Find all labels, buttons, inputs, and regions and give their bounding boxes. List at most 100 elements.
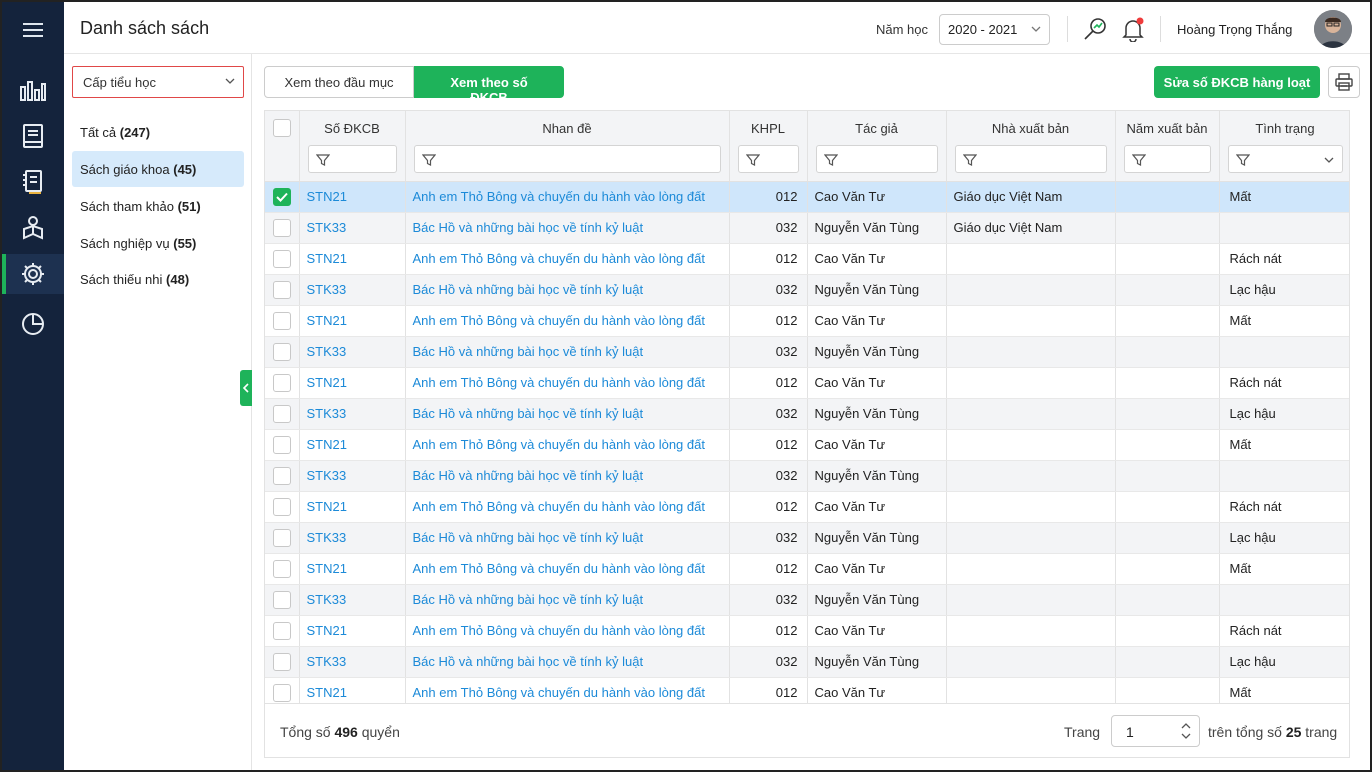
cell-code[interactable]: STK33 <box>299 584 406 616</box>
cell-title[interactable]: Bác Hồ và những bài học về tính kỷ luật <box>405 646 730 678</box>
table-row[interactable]: STK33 Bác Hồ và những bài học về tính kỷ … <box>265 398 1349 430</box>
table-row[interactable]: STN21 Anh em Thỏ Bông và chuyến du hành v… <box>265 491 1349 523</box>
cell-code[interactable]: STK33 <box>299 646 406 678</box>
row-checkbox[interactable] <box>272 311 291 330</box>
cell-title[interactable]: Bác Hồ và những bài học về tính kỷ luật <box>405 212 730 244</box>
cell-code[interactable]: STN21 <box>299 491 406 523</box>
cell-title[interactable]: Bác Hồ và những bài học về tính kỷ luật <box>405 460 730 492</box>
table-row[interactable]: STN21 Anh em Thỏ Bông và chuyến du hành v… <box>265 305 1349 337</box>
cell-code[interactable]: STK33 <box>299 274 406 306</box>
row-checkbox[interactable] <box>272 280 291 299</box>
table-row[interactable]: STK33 Bác Hồ và những bài học về tính kỷ … <box>265 646 1349 678</box>
cell-title[interactable]: Bác Hồ và những bài học về tính kỷ luật <box>405 522 730 554</box>
table-row[interactable]: STK33 Bác Hồ và những bài học về tính kỷ … <box>265 584 1349 616</box>
table-row[interactable]: STK33 Bác Hồ và những bài học về tính kỷ … <box>265 274 1349 306</box>
category-item[interactable]: Sách tham khảo (51) <box>72 188 244 224</box>
column-filter-input[interactable] <box>1123 145 1211 173</box>
cell-code[interactable]: STK33 <box>299 398 406 430</box>
user-name[interactable]: Hoàng Trọng Thắng <box>1177 22 1292 37</box>
table-row[interactable]: STN21 Anh em Thỏ Bông và chuyến du hành v… <box>265 677 1349 703</box>
column-filter-input[interactable] <box>307 145 397 173</box>
cell-code[interactable]: STK33 <box>299 522 406 554</box>
cell-title[interactable]: Anh em Thỏ Bông và chuyến du hành vào lò… <box>405 305 730 337</box>
row-checkbox[interactable] <box>272 187 291 206</box>
cell-title[interactable]: Bác Hồ và những bài học về tính kỷ luật <box>405 274 730 306</box>
row-checkbox[interactable] <box>272 559 291 578</box>
row-checkbox[interactable] <box>272 404 291 423</box>
menu-icon[interactable] <box>2 10 64 50</box>
avatar[interactable] <box>1314 10 1352 48</box>
cell-title[interactable]: Bác Hồ và những bài học về tính kỷ luật <box>405 398 730 430</box>
table-row[interactable]: STN21 Anh em Thỏ Bông và chuyến du hành v… <box>265 181 1349 213</box>
tab-view-by-category[interactable]: Xem theo đầu mục <box>264 66 414 98</box>
column-filter-input[interactable] <box>954 145 1107 173</box>
row-checkbox[interactable] <box>272 435 291 454</box>
tab-view-by-dkcb[interactable]: Xem theo số ĐKCB <box>414 66 564 105</box>
print-button[interactable] <box>1328 66 1360 98</box>
column-filter-input[interactable] <box>815 145 938 173</box>
page-number-input[interactable]: 1 <box>1111 715 1200 747</box>
row-checkbox[interactable] <box>272 218 291 237</box>
checklist-book-icon[interactable] <box>2 162 64 202</box>
row-checkbox[interactable] <box>272 590 291 609</box>
cell-code[interactable]: STN21 <box>299 429 406 461</box>
cell-title[interactable]: Anh em Thỏ Bông và chuyến du hành vào lò… <box>405 367 730 399</box>
row-checkbox[interactable] <box>272 497 291 516</box>
settings-icon[interactable] <box>2 254 64 294</box>
cell-title[interactable]: Anh em Thỏ Bông và chuyến du hành vào lò… <box>405 243 730 275</box>
column-filter-input[interactable] <box>1227 145 1343 173</box>
category-item[interactable]: Tất cả (247) <box>72 114 244 150</box>
cell-code[interactable]: STN21 <box>299 181 406 213</box>
cell-code[interactable]: STN21 <box>299 615 406 647</box>
cell-code[interactable]: STK33 <box>299 212 406 244</box>
school-level-select[interactable]: Cấp tiểu học <box>72 66 244 98</box>
cell-code[interactable]: STN21 <box>299 677 406 703</box>
select-all-checkbox[interactable] <box>272 119 291 137</box>
stepper-icon[interactable] <box>1181 722 1191 740</box>
cell-title[interactable]: Anh em Thỏ Bông và chuyến du hành vào lò… <box>405 553 730 585</box>
table-row[interactable]: STN21 Anh em Thỏ Bông và chuyến du hành v… <box>265 615 1349 647</box>
row-checkbox[interactable] <box>272 342 291 361</box>
table-row[interactable]: STK33 Bác Hồ và những bài học về tính kỷ … <box>265 336 1349 368</box>
bell-icon[interactable] <box>1118 14 1148 44</box>
row-checkbox[interactable] <box>272 373 291 392</box>
column-filter-input[interactable] <box>413 145 721 173</box>
collapse-panel-button[interactable] <box>240 370 252 406</box>
cell-title[interactable]: Anh em Thỏ Bông và chuyến du hành vào lò… <box>405 429 730 461</box>
cell-code[interactable]: STK33 <box>299 460 406 492</box>
table-row[interactable]: STK33 Bác Hồ và những bài học về tính kỷ … <box>265 460 1349 492</box>
cell-code[interactable]: STN21 <box>299 305 406 337</box>
dashboard-icon[interactable] <box>2 70 64 110</box>
cell-code[interactable]: STK33 <box>299 336 406 368</box>
table-row[interactable]: STN21 Anh em Thỏ Bông và chuyến du hành v… <box>265 243 1349 275</box>
pie-chart-icon[interactable] <box>2 304 64 344</box>
cell-title[interactable]: Anh em Thỏ Bông và chuyến du hành vào lò… <box>405 677 730 703</box>
column-filter-input[interactable] <box>737 145 799 173</box>
row-checkbox[interactable] <box>272 621 291 640</box>
cell-title[interactable]: Bác Hồ và những bài học về tính kỷ luật <box>405 336 730 368</box>
cell-code[interactable]: STN21 <box>299 553 406 585</box>
cell-title[interactable]: Anh em Thỏ Bông và chuyến du hành vào lò… <box>405 491 730 523</box>
row-checkbox[interactable] <box>272 528 291 547</box>
category-item[interactable]: Sách nghiệp vụ (55) <box>72 225 244 261</box>
table-row[interactable]: STN21 Anh em Thỏ Bông và chuyến du hành v… <box>265 367 1349 399</box>
cell-title[interactable]: Anh em Thỏ Bông và chuyến du hành vào lò… <box>405 181 730 213</box>
table-row[interactable]: STN21 Anh em Thỏ Bông và chuyến du hành v… <box>265 429 1349 461</box>
table-row[interactable]: STN21 Anh em Thỏ Bông và chuyến du hành v… <box>265 553 1349 585</box>
row-checkbox[interactable] <box>272 249 291 268</box>
school-year-select[interactable]: 2020 - 2021 <box>939 14 1050 45</box>
bulk-edit-button[interactable]: Sửa số ĐKCB hàng loạt <box>1154 66 1320 98</box>
table-row[interactable]: STK33 Bác Hồ và những bài học về tính kỷ … <box>265 522 1349 554</box>
book-icon[interactable] <box>2 116 64 156</box>
category-item[interactable]: Sách giáo khoa (45) <box>72 151 244 187</box>
row-checkbox[interactable] <box>272 466 291 485</box>
row-checkbox[interactable] <box>272 652 291 671</box>
cell-title[interactable]: Anh em Thỏ Bông và chuyến du hành vào lò… <box>405 615 730 647</box>
cell-code[interactable]: STN21 <box>299 243 406 275</box>
cell-code[interactable]: STN21 <box>299 367 406 399</box>
category-item[interactable]: Sách thiếu nhi (48) <box>72 261 244 297</box>
row-checkbox[interactable] <box>272 683 291 702</box>
cell-title[interactable]: Bác Hồ và những bài học về tính kỷ luật <box>405 584 730 616</box>
search-analytics-icon[interactable] <box>1080 14 1110 44</box>
table-row[interactable]: STK33 Bác Hồ và những bài học về tính kỷ … <box>265 212 1349 244</box>
